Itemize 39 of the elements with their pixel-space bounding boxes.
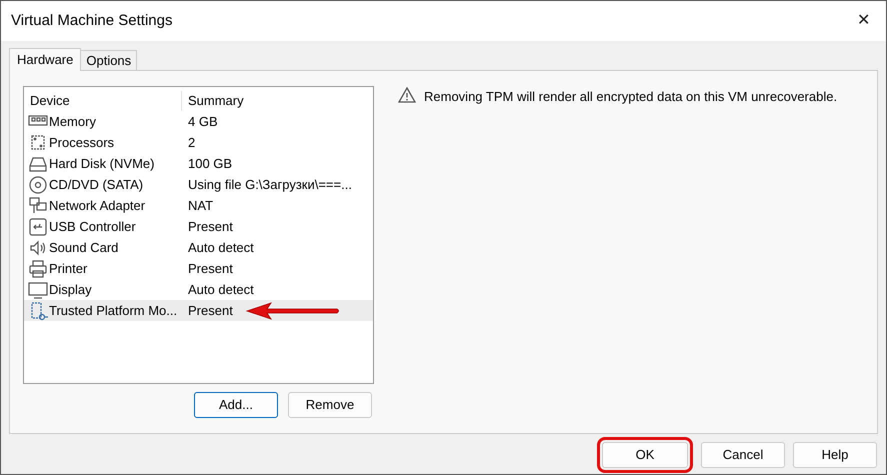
- tab[interactable]: Options: [81, 50, 138, 70]
- cd-icon: [28, 174, 48, 194]
- window-title: Virtual Machine Settings: [11, 10, 172, 31]
- printer-icon: [28, 258, 48, 278]
- dialog-button[interactable]: OK: [602, 442, 688, 468]
- device-summary: Auto detect: [187, 280, 254, 299]
- device-summary: Auto detect: [187, 238, 254, 257]
- device-name: Printer: [49, 260, 88, 278]
- usb-icon: [28, 216, 48, 236]
- device-name: Processors: [49, 134, 114, 152]
- device-name: Memory: [49, 112, 96, 131]
- device-summary: 100 GB: [187, 154, 232, 173]
- list-button[interactable]: Remove: [288, 392, 372, 418]
- device-summary: NAT: [187, 196, 214, 215]
- warning-message: Removing TPM will render all encrypted data on this VM unrecoverable.: [424, 88, 838, 106]
- device-name: Network Adapter: [49, 196, 146, 215]
- device-summary: Using file G:\Загрузки\===...: [187, 176, 352, 194]
- warning-icon: [398, 87, 416, 103]
- display-icon: [28, 280, 48, 300]
- device-summary: Present: [187, 218, 233, 236]
- dialog-button[interactable]: Help: [793, 442, 877, 468]
- dialog-button[interactable]: Cancel: [701, 442, 785, 468]
- network-icon: [28, 196, 48, 216]
- device-summary: 4 GB: [187, 112, 218, 131]
- device-summary: 2: [187, 134, 196, 152]
- close-button[interactable]: ✕: [857, 9, 870, 33]
- device-name: Hard Disk (NVMe): [49, 154, 154, 173]
- tab[interactable]: Hardware: [9, 48, 82, 71]
- device-name: USB Controller: [49, 218, 136, 236]
- device-name: Sound Card: [49, 238, 118, 257]
- device-summary: Present: [187, 302, 233, 320]
- device-name: Trusted Platform Mo...: [49, 302, 178, 320]
- device-name: CD/DVD (SATA): [49, 176, 144, 194]
- device-summary: Present: [187, 260, 233, 278]
- arrow-icon: [244, 300, 341, 320]
- list-button[interactable]: Add...: [194, 392, 278, 418]
- device-name: Display: [49, 280, 92, 299]
- column-header[interactable]: Summary: [182, 91, 244, 111]
- device-row[interactable]: Trusted Platform Mo... Present: [24, 300, 373, 321]
